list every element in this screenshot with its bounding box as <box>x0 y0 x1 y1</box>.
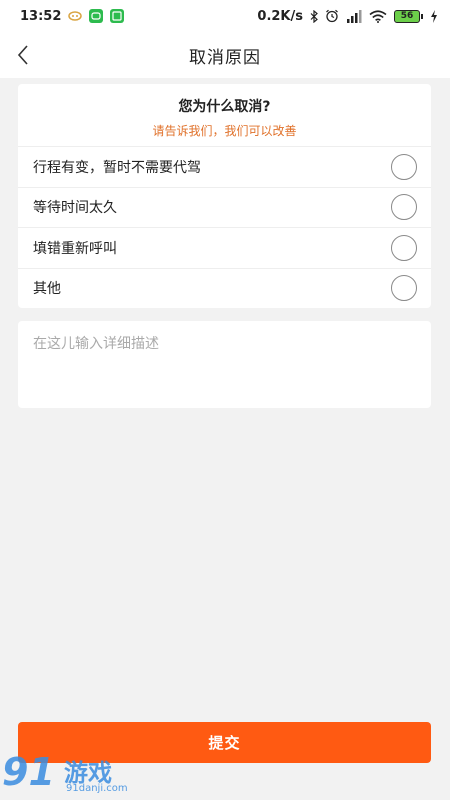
status-bar-left: 13:52 <box>20 8 125 24</box>
cellular-signal-icon <box>347 9 362 23</box>
reason-option-label: 等待时间太久 <box>33 200 117 217</box>
reason-option-label: 填错重新呼叫 <box>33 240 117 257</box>
chevron-left-icon <box>17 45 28 65</box>
reason-option-wrong-info[interactable]: 填错重新呼叫 <box>18 227 431 268</box>
reason-option-plan-changed[interactable]: 行程有变，暂时不需要代驾 <box>18 146 431 187</box>
watermark-url: 91danji.com <box>66 783 128 794</box>
reason-question: 您为什么取消? <box>178 99 271 115</box>
reason-option-wait-too-long[interactable]: 等待时间太久 <box>18 186 431 228</box>
submit-button[interactable]: 提交 <box>18 722 431 763</box>
reason-option-label: 行程有变，暂时不需要代驾 <box>33 159 201 176</box>
battery-level: 56 <box>394 9 420 23</box>
reason-option-label: 其他 <box>33 281 61 298</box>
reason-radio[interactable] <box>391 194 417 221</box>
app-notification-icon <box>68 11 83 21</box>
reason-option-other[interactable]: 其他 <box>18 267 431 309</box>
reason-radio[interactable] <box>391 275 417 302</box>
cancel-reason-card: 您为什么取消? 请告诉我们，我们可以改善 行程有变，暂时不需要代驾 等待时间太久… <box>18 84 431 308</box>
reason-radio[interactable] <box>391 234 417 261</box>
status-bar: 13:52 0.2K/s 56 <box>0 0 450 32</box>
status-bar-right: 0.2K/s 56 <box>257 9 438 24</box>
card-header: 您为什么取消? 请告诉我们，我们可以改善 <box>18 84 431 146</box>
page-title: 取消原因 <box>189 47 261 68</box>
bluetooth-icon <box>310 9 318 23</box>
battery-icon: 56 <box>394 9 423 23</box>
description-box <box>18 321 431 408</box>
reason-hint: 请告诉我们，我们可以改善 <box>152 124 297 138</box>
description-input[interactable] <box>33 333 416 396</box>
back-button[interactable] <box>6 38 40 72</box>
message-notification-icon <box>110 9 125 23</box>
wifi-icon <box>369 9 387 23</box>
status-time: 13:52 <box>20 8 62 24</box>
alarm-icon <box>326 9 338 23</box>
wechat-notification-icon <box>89 9 104 23</box>
nav-bar: 取消原因 <box>0 32 450 78</box>
reason-radio[interactable] <box>391 153 417 180</box>
network-speed: 0.2K/s <box>257 8 303 24</box>
charging-icon <box>431 9 437 23</box>
